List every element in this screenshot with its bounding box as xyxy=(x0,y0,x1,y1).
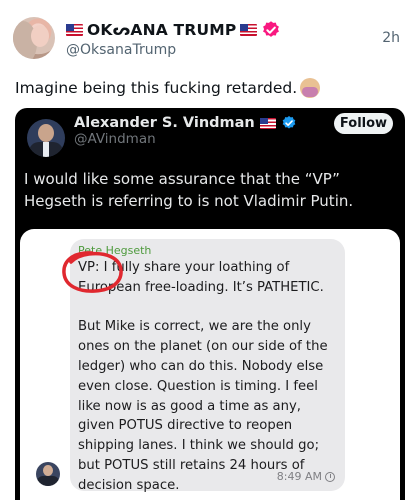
clock-icon xyxy=(325,471,335,482)
author-display-name[interactable]: OKᔕANA TRUMP xyxy=(87,21,236,39)
us-flag-icon xyxy=(259,117,276,129)
verified-badge-icon xyxy=(263,21,280,37)
verified-badge-icon xyxy=(282,116,296,129)
quoted-author-handle[interactable]: @AVindman xyxy=(74,131,156,147)
message-sender: Pete Hegseth xyxy=(78,244,152,257)
quoted-author-avatar[interactable] xyxy=(27,119,65,157)
post-timestamp[interactable]: 2h xyxy=(382,30,400,46)
message-time-label: 8:49 AM xyxy=(276,470,322,483)
facepalm-emoji-icon xyxy=(300,78,321,98)
message-time: 8:49 AM xyxy=(277,470,335,483)
post-header: OKᔕANA TRUMP @OksanaTrump 2h xyxy=(0,0,418,70)
sender-avatar xyxy=(36,462,60,486)
quoted-author-name-row[interactable]: Alexander S. Vindman xyxy=(74,113,297,133)
post-text: Imagine being this fucking retarded. xyxy=(15,78,321,98)
post-body: Imagine being this fucking retarded. xyxy=(15,79,298,97)
author-handle[interactable]: @OksanaTrump xyxy=(66,42,176,58)
author-avatar[interactable] xyxy=(13,17,55,59)
message-body: VP: I fully share your loathing of Europ… xyxy=(78,260,328,493)
quoted-post-embed[interactable]: Alexander S. Vindman @AVindman Follow I … xyxy=(15,108,405,500)
message-bubble: Pete Hegseth VP: I fully share your loat… xyxy=(70,239,345,493)
author-name-row[interactable]: OKᔕANA TRUMP xyxy=(66,19,281,41)
us-flag-icon xyxy=(66,24,83,36)
quoted-author-name[interactable]: Alexander S. Vindman xyxy=(74,115,255,131)
message-screenshot-image[interactable]: Pete Hegseth VP: I fully share your loat… xyxy=(20,229,400,500)
us-flag-icon xyxy=(240,24,258,36)
quoted-post-text: I would like some assurance that the “VP… xyxy=(24,170,354,210)
follow-button[interactable]: Follow xyxy=(334,113,393,134)
